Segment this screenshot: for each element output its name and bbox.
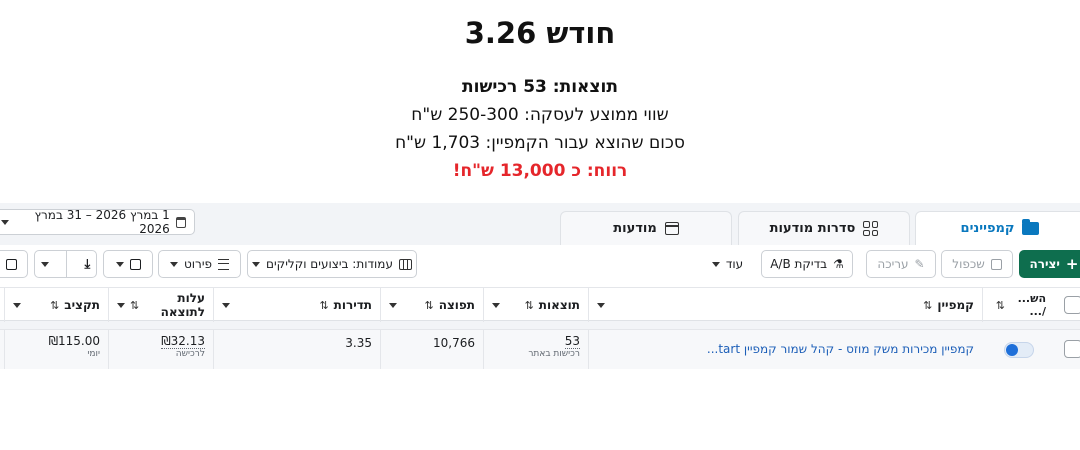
download-icon: ⤓ bbox=[84, 256, 91, 272]
column-header-reach[interactable]: תפוצה ⇅ bbox=[380, 288, 483, 322]
table-row[interactable]: קמפיין מכירות משק מוזס - קהל שמור קמפיין… bbox=[0, 329, 1080, 369]
chevron-down-icon bbox=[117, 302, 125, 308]
sort-icon: ⇅ bbox=[319, 298, 329, 312]
tab-campaigns-label: קמפיינים bbox=[960, 221, 1015, 236]
reports-dropdown[interactable] bbox=[103, 250, 153, 278]
sort-icon: ⇅ bbox=[923, 298, 933, 312]
chevron-down-icon bbox=[252, 261, 261, 267]
budget-header-label: תקציב bbox=[64, 298, 100, 312]
frequency-cell: 3.35 bbox=[213, 330, 380, 369]
share-button[interactable] bbox=[0, 250, 28, 278]
average-deal-value: שווי ממוצע לעסקה: 250-300 ש"ח bbox=[411, 105, 669, 125]
column-header-results[interactable]: תוצאות ⇅ bbox=[483, 288, 588, 322]
edit-label: עריכה bbox=[877, 257, 909, 271]
tab-campaigns[interactable]: קמפיינים bbox=[915, 211, 1080, 245]
tab-ads-label: מודעות bbox=[613, 221, 657, 236]
grid-icon bbox=[863, 221, 879, 236]
results-value: 53 bbox=[564, 334, 580, 349]
sort-icon: ⇅ bbox=[50, 298, 60, 312]
campaign-status-toggle[interactable] bbox=[1004, 342, 1034, 358]
columns-icon bbox=[398, 258, 412, 270]
breakdown-label: פירוט bbox=[184, 257, 213, 271]
column-header-onoff[interactable]: הש... /... ⇅ bbox=[982, 288, 1054, 322]
column-header-campaign[interactable]: קמפיין ⇅ bbox=[588, 288, 982, 322]
row-checkbox[interactable] bbox=[1064, 340, 1080, 358]
budget-period: יומי bbox=[87, 349, 100, 359]
campaign-header-label: קמפיין bbox=[937, 298, 974, 312]
cost-per-result-value: ₪32.13 bbox=[161, 334, 205, 349]
select-all-checkbox[interactable] bbox=[1064, 296, 1080, 314]
chevron-down-icon bbox=[1, 219, 9, 225]
breakdown-dropdown[interactable]: פירוט bbox=[158, 250, 241, 278]
tab-ads[interactable]: מודעות bbox=[560, 211, 732, 245]
page-title: חודש 3.26 bbox=[464, 16, 616, 50]
folder-icon bbox=[1022, 219, 1040, 235]
results-type: רכישות באתר bbox=[528, 349, 580, 359]
columns-label: עמודות: ביצועים וקליקים bbox=[266, 257, 393, 271]
pencil-icon: ✎ bbox=[914, 257, 925, 271]
column-header-budget[interactable]: תקציב ⇅ bbox=[4, 288, 108, 322]
sort-icon: ⇅ bbox=[130, 298, 140, 312]
column-header-cost-per-result[interactable]: עלות לתוצאה ⇅ bbox=[108, 288, 213, 322]
date-range-picker[interactable]: 1 במרץ 2026 – 31 במרץ 2026 bbox=[0, 208, 195, 236]
budget-value: ₪115.00 bbox=[48, 334, 100, 348]
chevron-down-icon bbox=[711, 261, 720, 267]
duplicate-button[interactable]: שכפול bbox=[941, 250, 1013, 278]
sort-icon: ⇅ bbox=[524, 298, 534, 312]
ads-manager-panel: קמפיינים סדרות מודעות מודעות 1 במרץ 2026… bbox=[0, 203, 1080, 369]
amount-spent-summary: סכום שהוצא עבור הקמפיין: 1,703 ש"ח bbox=[395, 133, 685, 153]
sort-icon: ⇅ bbox=[424, 298, 434, 312]
export-button[interactable]: ⤓ bbox=[34, 250, 97, 278]
cost-per-result-unit: לרכישה bbox=[175, 349, 205, 359]
create-button[interactable]: + יצירה bbox=[1019, 250, 1080, 278]
frequency-header-label: תדירות bbox=[333, 298, 372, 312]
ab-test-label: בדיקת A/B bbox=[770, 257, 828, 271]
chevron-down-icon bbox=[389, 302, 397, 308]
chevron-down-icon bbox=[40, 261, 49, 267]
duplicate-icon bbox=[990, 258, 1002, 270]
divider bbox=[66, 251, 68, 277]
breakdown-icon bbox=[218, 258, 230, 270]
sort-icon: ⇅ bbox=[995, 298, 1005, 312]
plus-icon: + bbox=[1065, 254, 1079, 273]
tab-ad-sets[interactable]: סדרות מודעות bbox=[738, 211, 910, 245]
share-icon bbox=[5, 258, 17, 270]
table-header: הש... /... ⇅ קמפיין ⇅ תוצאות ⇅ תפוצה ⇅ ת… bbox=[0, 287, 1080, 322]
date-range-label: 1 במרץ 2026 – 31 במרץ 2026 bbox=[34, 208, 170, 236]
results-cell: 53 רכישות באתר bbox=[483, 330, 588, 369]
more-label: עוד bbox=[725, 257, 744, 271]
frequency-value: 3.35 bbox=[345, 336, 372, 350]
chevron-down-icon bbox=[597, 302, 605, 308]
edit-button[interactable]: ✎ עריכה bbox=[866, 250, 936, 278]
ab-test-button[interactable]: ⚗ בדיקת A/B bbox=[761, 250, 853, 278]
campaign-name-link[interactable]: קמפיין מכירות משק מוזס - קהל שמור קמפיין… bbox=[597, 342, 974, 356]
results-summary: תוצאות: 53 רכישות bbox=[462, 77, 618, 97]
ad-window-icon bbox=[664, 222, 679, 235]
more-button[interactable]: עוד bbox=[700, 250, 755, 278]
reach-header-label: תפוצה bbox=[438, 298, 475, 312]
campaign-name-cell: קמפיין מכירות משק מוזס - קהל שמור קמפיין… bbox=[588, 330, 982, 369]
chevron-down-icon bbox=[13, 302, 21, 308]
reach-cell: 10,766 bbox=[380, 330, 483, 369]
cost-per-result-cell: ₪32.13 לרכישה bbox=[108, 330, 213, 369]
onoff-header-label: הש... /... bbox=[1017, 291, 1046, 318]
column-header-frequency[interactable]: תדירות ⇅ bbox=[213, 288, 380, 322]
chevron-down-icon bbox=[170, 261, 178, 267]
duplicate-label: שכפול bbox=[952, 257, 985, 271]
calendar-icon bbox=[175, 216, 186, 228]
chevron-down-icon bbox=[115, 261, 124, 267]
tab-ad-sets-label: סדרות מודעות bbox=[769, 221, 856, 236]
chevron-down-icon bbox=[222, 302, 230, 308]
cost-per-result-header-label: עלות לתוצאה bbox=[160, 291, 205, 319]
page-background bbox=[0, 369, 1080, 450]
flask-icon: ⚗ bbox=[833, 257, 844, 271]
chevron-down-icon bbox=[492, 302, 500, 308]
results-header-label: תוצאות bbox=[538, 298, 580, 312]
profit-summary: רווח: כ 13,000 ש"ח! bbox=[452, 161, 628, 181]
columns-dropdown[interactable]: עמודות: ביצועים וקליקים bbox=[247, 250, 417, 278]
budget-cell: ₪115.00 יומי bbox=[4, 330, 108, 369]
reports-icon bbox=[129, 258, 141, 270]
reach-value: 10,766 bbox=[433, 336, 475, 350]
create-label: יצירה bbox=[1029, 257, 1060, 271]
